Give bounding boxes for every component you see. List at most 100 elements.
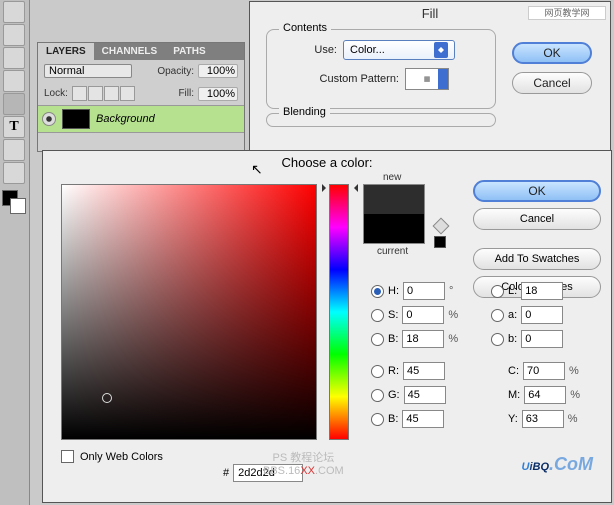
owc-label: Only Web Colors [80, 451, 163, 463]
current-label: current [377, 246, 408, 257]
owc-checkbox[interactable] [61, 450, 74, 463]
g-input[interactable] [404, 386, 446, 404]
g-radio[interactable] [371, 389, 384, 402]
lock-all-icon[interactable] [120, 86, 135, 101]
c-label: C: [508, 365, 519, 377]
tool-item[interactable] [3, 93, 25, 115]
blend-mode-select[interactable]: Normal [44, 64, 132, 78]
percent-unit: % [570, 389, 582, 401]
degree-unit: ° [449, 285, 461, 297]
tool-item[interactable] [3, 70, 25, 92]
fill-label: Fill: [178, 88, 194, 99]
tool-item[interactable] [3, 1, 25, 23]
b3-input[interactable] [521, 330, 563, 348]
percent-unit: % [568, 413, 580, 425]
opacity-field[interactable]: 100% [198, 64, 238, 78]
percent-unit: % [569, 365, 581, 377]
current-color-swatch [364, 214, 424, 243]
pattern-label: Custom Pattern: [281, 73, 399, 85]
b3-radio[interactable] [491, 333, 504, 346]
contents-legend: Contents [279, 22, 331, 34]
fill-field[interactable]: 100% [198, 87, 238, 101]
dropdown-arrows-icon [434, 42, 448, 58]
r-input[interactable] [403, 362, 445, 380]
c-input[interactable] [523, 362, 565, 380]
picker-ok-button[interactable]: OK [473, 180, 601, 202]
lock-transparency-icon[interactable] [72, 86, 87, 101]
fill-cancel-button[interactable]: Cancel [512, 72, 592, 94]
hash-label: # [223, 467, 229, 479]
layer-name: Background [96, 113, 155, 125]
gamut-warning-icon[interactable] [433, 218, 450, 235]
s-radio[interactable] [371, 309, 384, 322]
new-color-swatch [364, 185, 424, 214]
blending-fieldset: Blending [266, 113, 496, 127]
lock-pixels-icon[interactable] [88, 86, 103, 101]
layer-row[interactable]: Background [38, 105, 244, 133]
h-label: H: [388, 285, 399, 297]
s-input[interactable] [402, 306, 444, 324]
percent-unit: % [448, 309, 460, 321]
l-radio[interactable] [491, 285, 504, 298]
opacity-label: Opacity: [157, 66, 194, 77]
tool-type[interactable]: T [3, 116, 25, 138]
b-input[interactable] [402, 330, 444, 348]
sv-selector-ring [102, 393, 112, 403]
color-swatches[interactable] [2, 190, 28, 220]
a-label: a: [508, 309, 517, 321]
pattern-picker[interactable]: ▦ [405, 68, 449, 90]
a-input[interactable] [521, 306, 563, 324]
visibility-icon[interactable] [42, 112, 56, 126]
color-preview [363, 184, 425, 244]
watermark-forum: PS 教程论坛 BBS.16XX.COM [263, 452, 344, 478]
b2-label: B: [388, 413, 398, 425]
color-picker-dialog: Choose a color: ↖ new current OK Cancel … [42, 150, 612, 503]
tab-channels[interactable]: CHANNELS [94, 43, 166, 60]
use-combo[interactable]: Color... [343, 40, 455, 60]
lock-icons [72, 86, 135, 101]
bg-swatch[interactable] [10, 198, 26, 214]
hue-slider[interactable] [329, 184, 349, 440]
a-radio[interactable] [491, 309, 504, 322]
saturation-value-field[interactable] [61, 184, 317, 440]
h-input[interactable] [403, 282, 445, 300]
tab-paths[interactable]: PATHS [165, 43, 213, 60]
g-label: G: [388, 389, 400, 401]
tool-item[interactable] [3, 162, 25, 184]
watermark: 网页教学网 [528, 6, 606, 20]
b3-label: b: [508, 333, 517, 345]
use-label: Use: [281, 44, 337, 56]
b2-input[interactable] [402, 410, 444, 428]
tools-sidebar: T [0, 0, 30, 505]
y-label: Y: [508, 413, 518, 425]
lock-label: Lock: [44, 88, 68, 99]
r-radio[interactable] [371, 365, 384, 378]
add-swatches-button[interactable]: Add To Swatches [473, 248, 601, 270]
blending-legend: Blending [279, 106, 330, 118]
picker-cancel-button[interactable]: Cancel [473, 208, 601, 230]
use-value: Color... [350, 44, 385, 56]
fill-ok-button[interactable]: OK [512, 42, 592, 64]
percent-unit: % [448, 333, 460, 345]
lock-position-icon[interactable] [104, 86, 119, 101]
r-label: R: [388, 365, 399, 377]
b-radio[interactable] [371, 333, 384, 346]
tool-item[interactable] [3, 24, 25, 46]
fill-dialog: Fill 网页教学网 Contents Use: Color... Custom… [249, 1, 611, 151]
contents-fieldset: Contents Use: Color... Custom Pattern: ▦ [266, 29, 496, 109]
tool-item[interactable] [3, 47, 25, 69]
h-radio[interactable] [371, 285, 384, 298]
b2-radio[interactable] [371, 413, 384, 426]
l-input[interactable] [521, 282, 563, 300]
gamut-swatch[interactable] [434, 236, 446, 248]
tab-layers[interactable]: LAYERS [38, 43, 94, 60]
s-label: S: [388, 309, 398, 321]
layers-panel: LAYERS CHANNELS PATHS Normal Opacity: 10… [37, 42, 245, 152]
new-label: new [383, 172, 401, 183]
picker-title: Choose a color: [43, 151, 611, 174]
b-label: B: [388, 333, 398, 345]
m-input[interactable] [524, 386, 566, 404]
tool-item[interactable] [3, 139, 25, 161]
y-input[interactable] [522, 410, 564, 428]
only-web-colors[interactable]: Only Web Colors [61, 450, 163, 463]
